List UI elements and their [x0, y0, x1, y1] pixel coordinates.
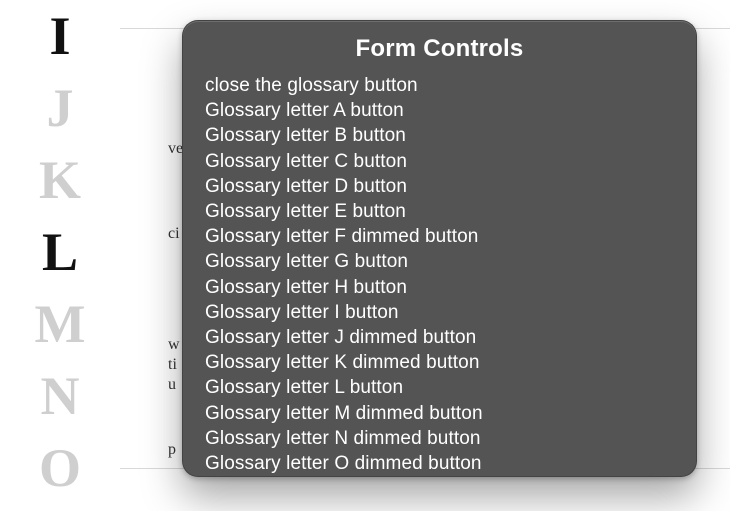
- rotor-item[interactable]: close the glossary button: [205, 73, 674, 98]
- background-text-fragment: w: [168, 336, 180, 354]
- rotor-item[interactable]: Glossary letter J dimmed button: [205, 325, 674, 350]
- rotor-item[interactable]: Glossary letter L button: [205, 375, 674, 400]
- rotor-item[interactable]: Glossary letter G button: [205, 249, 674, 274]
- glossary-letter-J[interactable]: J: [47, 81, 74, 135]
- background-text-fragment: ti: [168, 356, 177, 374]
- rotor-item[interactable]: Glossary letter E button: [205, 199, 674, 224]
- rotor-item[interactable]: Glossary letter N dimmed button: [205, 426, 674, 451]
- glossary-letter-O[interactable]: O: [39, 441, 81, 495]
- rotor-item[interactable]: Glossary letter A button: [205, 98, 674, 123]
- glossary-letter-I[interactable]: I: [49, 9, 70, 63]
- glossary-letter-L[interactable]: L: [42, 225, 78, 279]
- glossary-letter-M[interactable]: M: [35, 297, 86, 351]
- rotor-title: Form Controls: [205, 35, 674, 63]
- glossary-letter-index: IJKLMNO: [0, 0, 120, 504]
- voiceover-rotor-panel[interactable]: Form Controls close the glossary buttonG…: [182, 20, 697, 477]
- background-text-fragment: p: [168, 441, 176, 459]
- background-text-fragment: ci: [168, 225, 180, 243]
- background-text-fragment: u: [168, 376, 176, 394]
- background-text-fragment: ve: [168, 140, 183, 158]
- rotor-item[interactable]: Glossary letter F dimmed button: [205, 224, 674, 249]
- rotor-item[interactable]: Glossary letter H button: [205, 275, 674, 300]
- rotor-item[interactable]: Glossary letter B button: [205, 123, 674, 148]
- glossary-letter-N[interactable]: N: [41, 369, 80, 423]
- rotor-item[interactable]: Glossary letter D button: [205, 174, 674, 199]
- rotor-item[interactable]: Glossary letter I button: [205, 300, 674, 325]
- rotor-item[interactable]: Glossary letter M dimmed button: [205, 401, 674, 426]
- rotor-item[interactable]: Glossary letter C button: [205, 149, 674, 174]
- rotor-list: close the glossary buttonGlossary letter…: [205, 73, 674, 476]
- rotor-item[interactable]: Glossary letter K dimmed button: [205, 350, 674, 375]
- rotor-item[interactable]: Glossary letter O dimmed button: [205, 451, 674, 476]
- glossary-letter-K[interactable]: K: [39, 153, 81, 207]
